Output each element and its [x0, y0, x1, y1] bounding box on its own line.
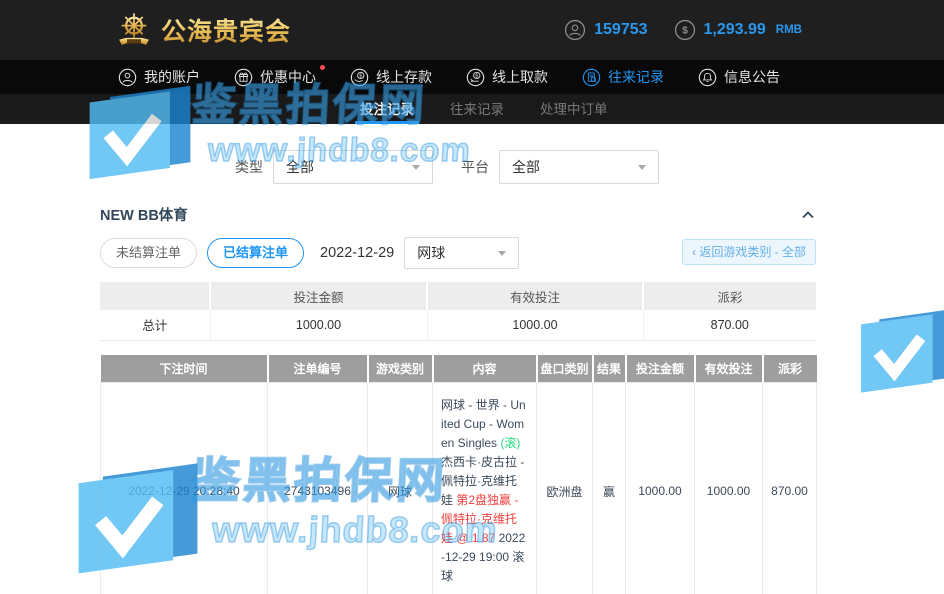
total-bet-amount: 1000.00: [210, 310, 427, 340]
svg-text:$: $: [359, 73, 362, 79]
nav-item-deposit[interactable]: $ 线上存款: [350, 67, 432, 87]
tab-bet-records[interactable]: 投注记录: [355, 94, 419, 124]
currency-label: RMB: [776, 24, 802, 36]
user-id: 159753: [594, 21, 647, 39]
col-content: 内容: [433, 355, 537, 383]
nav-label: 我的账户: [144, 67, 200, 87]
chevron-down-icon: [638, 165, 646, 170]
type-filter-label: 类型: [235, 157, 263, 177]
user-circle-icon: [564, 19, 586, 41]
ship-wheel-icon: [112, 9, 156, 51]
col-result: 结果: [593, 355, 626, 383]
tab-transaction-records[interactable]: 往来记录: [445, 94, 509, 124]
section-header: NEW BB体育: [100, 204, 816, 225]
page: 公海贵宾会 159753 $ 1,293.99 RMB: [0, 0, 944, 594]
main-nav: 我的账户 优惠中心 $ 线上存款 $: [0, 60, 944, 94]
svg-text:$: $: [682, 26, 688, 37]
summary-header-row: 投注金额 有效投注 派彩: [100, 282, 816, 310]
col-bet-time: 下注时间: [101, 355, 268, 383]
top-header: 公海贵宾会 159753 $ 1,293.99 RMB: [0, 0, 944, 60]
nav-label: 线上存款: [376, 67, 432, 87]
section-title: NEW BB体育: [100, 204, 188, 225]
header-account-area: 159753 $ 1,293.99 RMB: [564, 19, 802, 41]
gift-icon: [234, 68, 253, 87]
bet-controls-row: 未结算注单 已结算注单 2022-12-29 网球 ‹ 返回游戏类别 - 全部: [100, 237, 816, 269]
detail-header-row: 下注时间 注单编号 游戏类别 内容 盘口类别 结果 投注金额 有效投注 派彩: [101, 355, 817, 383]
tab-label: 投注记录: [360, 98, 414, 118]
col-bet-id: 注单编号: [268, 355, 368, 383]
nav-item-withdraw[interactable]: $ 线上取款: [466, 67, 548, 87]
site-name: 公海贵宾会: [161, 12, 291, 48]
tab-label: 处理中订单: [540, 98, 608, 118]
market-type-cell: 欧洲盘: [537, 383, 593, 594]
unsettled-bets-button[interactable]: 未结算注单: [100, 238, 197, 268]
col-bet-amount: 投注金额: [626, 355, 695, 383]
back-to-categories-button[interactable]: ‹ 返回游戏类别 - 全部: [682, 239, 816, 265]
col-market-type: 盘口类别: [537, 355, 593, 383]
bet-detail-table: 下注时间 注单编号 游戏类别 内容 盘口类别 结果 投注金额 有效投注 派彩 2…: [100, 355, 817, 594]
total-payout: 870.00: [643, 310, 816, 340]
watermark-shield-icon: [856, 292, 944, 420]
col-game-type: 游戏类别: [368, 355, 433, 383]
dollar-circle-icon: $: [674, 19, 696, 41]
live-tag: (滚): [500, 436, 520, 450]
sub-nav: 投注记录 往来记录 处理中订单: [0, 94, 944, 124]
nav-label: 线上取款: [492, 67, 548, 87]
chevron-up-icon[interactable]: [800, 207, 816, 223]
type-select-value: 全部: [286, 157, 314, 177]
col-payout: 派彩: [763, 355, 817, 383]
notification-dot: [320, 65, 325, 70]
summary-header-bet-amount: 投注金额: [210, 282, 427, 310]
platform-select-value: 全部: [512, 157, 540, 177]
nav-label: 信息公告: [724, 67, 780, 87]
nav-item-my-account[interactable]: 我的账户: [118, 67, 200, 87]
records-icon: [582, 68, 601, 87]
nav-item-promotions[interactable]: 优惠中心: [234, 67, 316, 87]
balance-stat: $ 1,293.99 RMB: [674, 19, 802, 41]
summary-header-empty: [100, 282, 210, 310]
game-select-value: 网球: [417, 243, 445, 263]
site-logo: 公海贵宾会: [112, 9, 291, 51]
nav-item-announcements[interactable]: 信息公告: [698, 67, 780, 87]
valid-bet-cell: 1000.00: [695, 383, 763, 594]
user-id-stat: 159753: [564, 19, 647, 41]
nav-label: 往来记录: [608, 67, 664, 87]
user-icon: [118, 68, 137, 87]
bell-icon: [698, 68, 717, 87]
col-valid-bet: 有效投注: [695, 355, 763, 383]
svg-text:$: $: [475, 73, 478, 79]
tab-label: 往来记录: [450, 98, 504, 118]
filter-row: 类型 全部 平台 全部: [100, 150, 816, 184]
game-select[interactable]: 网球: [404, 237, 519, 269]
balance-value: 1,293.99: [704, 21, 766, 39]
game-type-cell: 网球: [368, 383, 433, 594]
nav-label: 优惠中心: [260, 67, 316, 87]
deposit-icon: $: [350, 68, 369, 87]
platform-select[interactable]: 全部: [499, 150, 659, 184]
type-select[interactable]: 全部: [273, 150, 433, 184]
summary-total-row: 总计 1000.00 1000.00 870.00: [100, 310, 816, 340]
date-picker[interactable]: 2022-12-29: [320, 245, 394, 261]
bet-content-cell: 网球 - 世界 - United Cup - Women Singles (滚)…: [433, 383, 537, 594]
nav-item-transaction-records[interactable]: 往来记录: [582, 67, 664, 87]
payout-cell: 870.00: [763, 383, 817, 594]
tab-pending-orders[interactable]: 处理中订单: [535, 94, 613, 124]
table-row: 2022-12-29 20:28:40 2743103496 网球 网球 - 世…: [101, 383, 817, 594]
total-valid-bet: 1000.00: [427, 310, 643, 340]
withdraw-icon: $: [466, 68, 485, 87]
summary-header-valid-bet: 有效投注: [427, 282, 643, 310]
settled-bets-button[interactable]: 已结算注单: [207, 238, 304, 268]
summary-table: 投注金额 有效投注 派彩 总计 1000.00 1000.00 870.00: [100, 282, 816, 341]
bet-amount-cell: 1000.00: [626, 383, 695, 594]
result-cell: 赢: [593, 383, 626, 594]
main-content: 类型 全部 平台 全部 NEW BB体育 未结算注单 已结算注单 2022-12…: [100, 150, 816, 594]
platform-filter-label: 平台: [461, 157, 489, 177]
bet-id-cell: 2743103496: [268, 383, 368, 594]
chevron-down-icon: [498, 251, 506, 256]
chevron-down-icon: [412, 165, 420, 170]
bet-time-cell: 2022-12-29 20:28:40: [101, 383, 268, 594]
total-label: 总计: [100, 310, 210, 340]
summary-header-payout: 派彩: [643, 282, 816, 310]
